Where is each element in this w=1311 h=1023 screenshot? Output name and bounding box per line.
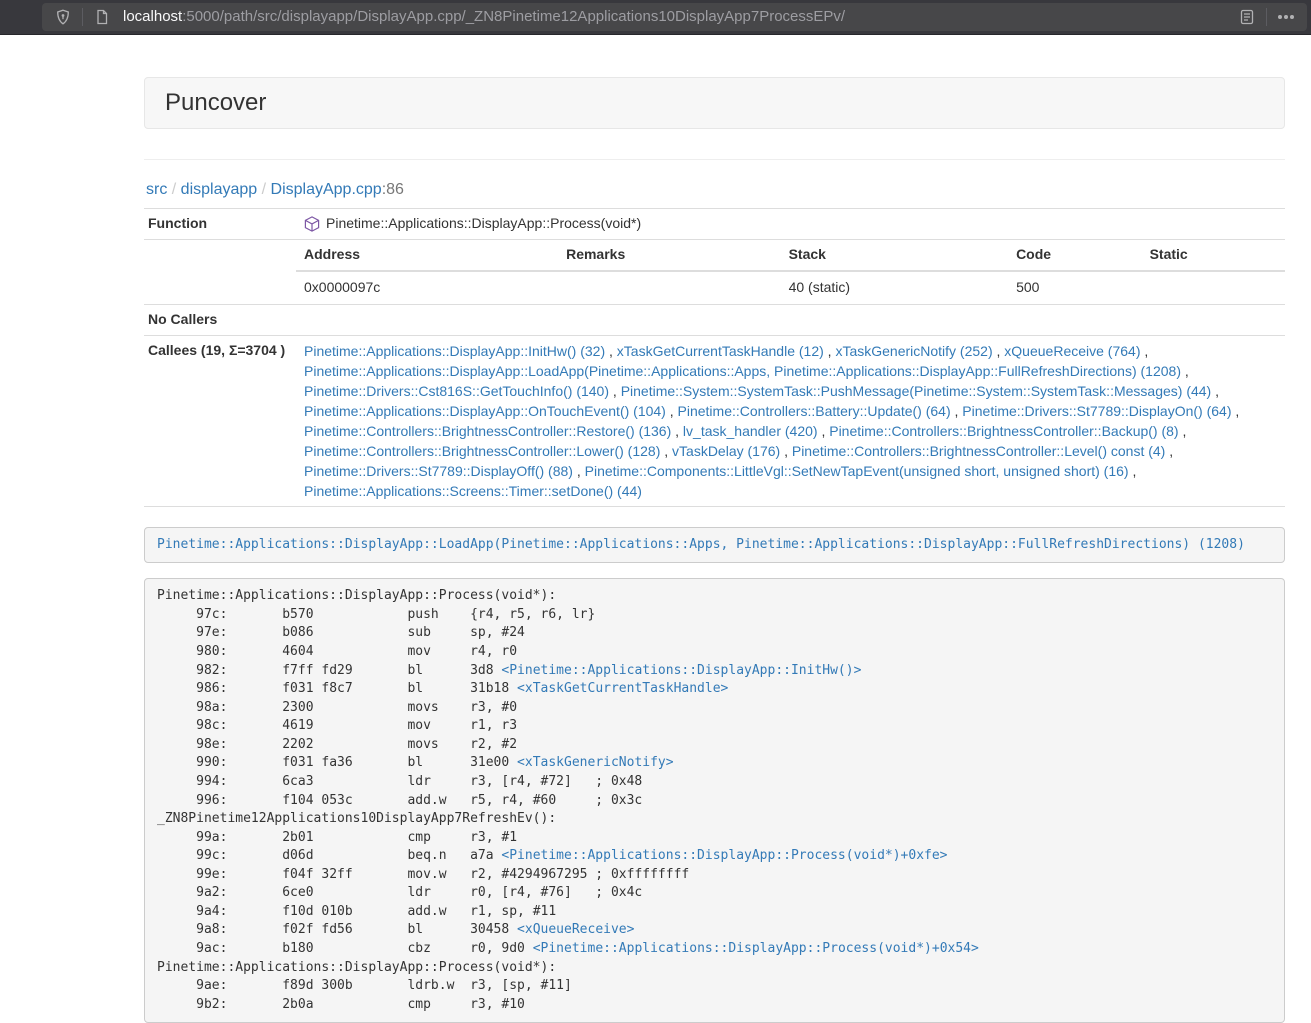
callee-link[interactable]: lv_task_handler (420) [683,423,818,439]
callees-label: Callees (19, Σ=3704 ) [144,335,296,506]
breadcrumb-separator: / [257,181,270,198]
assembly-symbol-link[interactable]: <xTaskGetCurrentTaskHandle> [517,681,728,696]
callee-link[interactable]: Pinetime::Drivers::St7789::DisplayOff() … [304,463,573,479]
callee-separator: , [993,343,1005,359]
callee-separator: , [605,343,617,359]
assembly-symbol-link[interactable]: <Pinetime::Applications::DisplayApp::Pro… [501,848,947,863]
url-path: :5000/path/src/displayapp/DisplayApp.cpp… [182,8,845,25]
callee-link[interactable]: Pinetime::System::SystemTask::PushMessag… [621,383,1212,399]
callee-link[interactable]: xQueueReceive (764) [1004,343,1140,359]
callee-separator: , [671,423,683,439]
callee-link[interactable]: Pinetime::Applications::DisplayApp::OnTo… [304,403,666,419]
callee-separator: , [824,343,836,359]
col-remarks: Remarks [558,240,781,271]
value-remarks [558,271,781,304]
callee-separator: , [951,403,963,419]
callee-link[interactable]: vTaskDelay (176) [672,443,780,459]
callee-separator: , [609,383,621,399]
callee-separator: , [573,463,585,479]
callee-link[interactable]: Pinetime::Controllers::BrightnessControl… [829,423,1178,439]
col-stack: Stack [781,240,1008,271]
symbol-cube-icon [304,216,320,232]
value-code: 500 [1008,271,1142,304]
symbol-snippet: Pinetime::Applications::DisplayApp::Load… [144,527,1285,564]
url-host: localhost [123,8,182,25]
url-bar-divider [1266,8,1267,26]
callee-link[interactable]: Pinetime::Applications::DisplayApp::Init… [304,343,605,359]
col-code: Code [1008,240,1142,271]
url-bar[interactable]: localhost:5000/path/src/displayapp/Displ… [42,3,1307,31]
callee-link[interactable]: Pinetime::Applications::DisplayApp::Load… [304,363,1181,379]
callee-separator: , [1181,363,1189,379]
table-row: 0x0000097c 40 (static) 500 [296,271,1285,304]
function-row-label: Function [144,208,296,239]
callee-link[interactable]: Pinetime::Drivers::St7789::DisplayOn() (… [962,403,1231,419]
callee-link[interactable]: xTaskGetCurrentTaskHandle (12) [617,343,824,359]
browser-toolbar: localhost:5000/path/src/displayapp/Displ… [0,0,1311,35]
page-content: Puncover src / displayapp / DisplayApp.c… [0,35,1311,1023]
breadcrumb: src / displayapp / DisplayApp.cpp:86 [146,179,1285,202]
snippet-link[interactable]: Pinetime::Applications::DisplayApp::Load… [157,537,1245,552]
col-address: Address [296,240,558,271]
callee-link[interactable]: Pinetime::Controllers::BrightnessControl… [304,443,660,459]
callee-separator: , [1179,423,1187,439]
table-row: No Callers [144,304,1285,335]
callee-separator: , [1140,343,1148,359]
reader-mode-icon[interactable] [1234,4,1260,30]
table-row: Function Pinetime::Applications::Display… [144,208,1285,239]
breadcrumb-item[interactable]: displayapp [181,181,258,198]
value-static [1142,271,1285,304]
value-address: 0x0000097c [296,271,558,304]
table-row: Address Remarks Stack Code Static 0x0000… [144,239,1285,304]
callee-link[interactable]: Pinetime::Controllers::BrightnessControl… [304,423,671,439]
col-static: Static [1142,240,1285,271]
url-bar-divider [82,8,83,26]
app-title: Puncover [165,89,266,116]
symbol-stats-table: Address Remarks Stack Code Static 0x0000… [296,240,1285,304]
callee-separator: , [1211,383,1219,399]
table-row: Callees (19, Σ=3704 ) Pinetime::Applicat… [144,335,1285,506]
no-callers-label: No Callers [144,304,296,335]
breadcrumb-item[interactable]: src [146,181,167,198]
assembly-symbol-link[interactable]: <xTaskGenericNotify> [517,755,674,770]
callee-link[interactable]: Pinetime::Components::LittleVgl::SetNewT… [585,463,1129,479]
callee-separator: , [818,423,830,439]
callee-link[interactable]: Pinetime::Controllers::BrightnessControl… [792,443,1165,459]
app-header: Puncover [144,77,1285,129]
value-stack: 40 (static) [781,271,1008,304]
callee-separator: , [660,443,672,459]
page-icon[interactable] [89,4,115,30]
callee-link[interactable]: Pinetime::Applications::Screens::Timer::… [304,483,642,499]
callee-separator: , [1165,443,1173,459]
function-name: Pinetime::Applications::DisplayApp::Proc… [326,214,641,234]
page-actions-icon[interactable] [1273,4,1299,30]
breadcrumb-item[interactable]: DisplayApp.cpp [271,181,382,198]
callee-separator: , [1232,403,1240,419]
assembly-symbol-link[interactable]: <Pinetime::Applications::DisplayApp::Ini… [501,663,861,678]
divider [144,159,1285,160]
callee-link[interactable]: Pinetime::Controllers::Battery::Update()… [678,403,951,419]
url-text: localhost:5000/path/src/displayapp/Displ… [123,6,1234,27]
assembly-symbol-link[interactable]: <Pinetime::Applications::DisplayApp::Pro… [533,941,979,956]
function-table: Function Pinetime::Applications::Display… [144,208,1285,507]
callee-separator: , [666,403,678,419]
callee-link[interactable]: Pinetime::Drivers::Cst816S::GetTouchInfo… [304,383,609,399]
callee-link[interactable]: xTaskGenericNotify (252) [835,343,992,359]
callee-separator: , [780,443,792,459]
assembly-code: Pinetime::Applications::DisplayApp::Proc… [144,578,1285,1023]
shield-icon[interactable] [50,4,76,30]
breadcrumb-separator: / [167,181,180,198]
callee-separator: , [1129,463,1137,479]
breadcrumb-line-number: :86 [382,181,404,198]
callees-list: Pinetime::Applications::DisplayApp::Init… [296,335,1285,506]
assembly-symbol-link[interactable]: <xQueueReceive> [517,922,634,937]
